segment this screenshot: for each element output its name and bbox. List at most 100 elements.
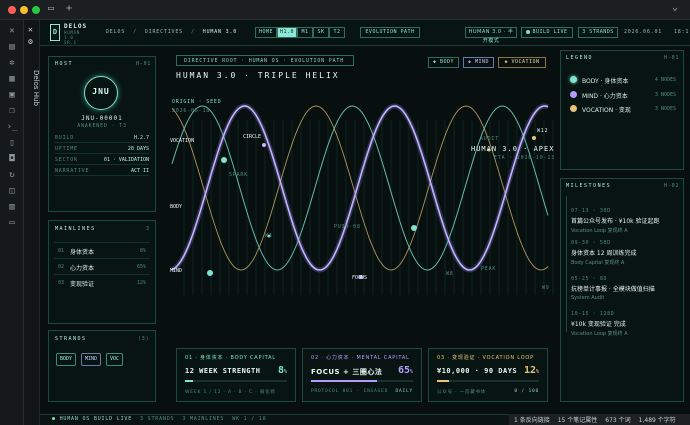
vocation-strand[interactable] xyxy=(171,105,549,271)
marker-spark[interactable]: SPARK xyxy=(229,172,248,178)
strands-count: (3) xyxy=(138,336,150,342)
status-week: WK 1 / 18 xyxy=(232,416,267,422)
card-mind[interactable]: 02 · 心力资本 · MENTAL CAPITAL FOCUS + 三圈心法 … xyxy=(302,348,422,402)
host-row-uptime: UPTIME 20 DAYS xyxy=(55,146,149,154)
close-window-button[interactable] xyxy=(8,6,16,14)
strands-count-button[interactable]: 3 STRANDS xyxy=(578,27,618,38)
mainline-item[interactable]: 02 心力资本 65% xyxy=(54,258,150,274)
body-strand[interactable] xyxy=(171,105,549,271)
tab-m1[interactable]: M1 xyxy=(297,27,313,38)
card-progress-fill xyxy=(311,380,378,382)
host-row-narrative: NARRATIVE ACT II xyxy=(55,168,149,176)
strand-chip-voc[interactable]: VOC xyxy=(106,353,123,366)
marker-w8[interactable]: W8 xyxy=(446,271,454,277)
graph-icon[interactable]: ✲ xyxy=(6,57,18,69)
book-icon[interactable]: ▥ xyxy=(6,201,18,213)
milestone-item[interactable]: 09-30 · 58D 身体资本 12 周训练完成 Body Capital 复现终… xyxy=(571,240,679,266)
origin-date: 2026-05-18 xyxy=(172,108,211,114)
copy-icon[interactable]: ❐ xyxy=(6,105,18,117)
filter-mind-button[interactable]: ◆ MIND xyxy=(463,57,494,68)
milestone-item[interactable]: 07-13 · 30D 首篇公众号发布 · ¥10k 验证起跑 Vocation L… xyxy=(571,208,679,234)
breadcrumb-current: HUMAN 3.0 xyxy=(202,29,238,35)
mainlines-count: 3 xyxy=(146,226,150,232)
mainline-item[interactable]: 03 变现验证 12% xyxy=(54,274,150,290)
status-words: 673 个词 xyxy=(605,417,631,424)
calendar-icon[interactable]: ▣ xyxy=(6,89,18,101)
milestone-item[interactable]: 10-15 · 128D ¥10k 变现验证 完成 Vocation Loop 复现… xyxy=(571,311,679,337)
marker-push[interactable]: PUSH·08 xyxy=(334,224,361,230)
tab-sk[interactable]: SK xyxy=(313,27,329,38)
legend-item-body[interactable]: BODY · 身体资本 4 NODES xyxy=(564,73,680,87)
marker-w12[interactable]: W12 xyxy=(537,128,548,134)
breadcrumb-item[interactable]: DIRECTIVES xyxy=(145,29,183,35)
tab-h1[interactable]: H1.0 xyxy=(277,27,297,38)
filter-vocation-button[interactable]: ◆ VOCATION xyxy=(498,57,546,68)
status-properties[interactable]: 15 个笔记属性 xyxy=(558,415,598,424)
helix-node[interactable] xyxy=(532,136,536,140)
grid-icon[interactable]: ▦ xyxy=(6,73,18,85)
legend-code: H-01 xyxy=(664,55,680,61)
header-time: 18:1 xyxy=(674,29,690,35)
close-icon[interactable]: ✕ xyxy=(6,25,18,37)
tab-list-chevron-icon[interactable]: ⌄ xyxy=(672,2,678,13)
strand-chip-body[interactable]: BODY xyxy=(56,353,76,366)
legend-item-mind[interactable]: MIND · 心力资本 3 NODES xyxy=(564,88,680,102)
window-titlebar xyxy=(0,0,690,20)
mainlines-title: MAINLINES xyxy=(55,226,96,232)
mode-button[interactable]: HUMAN 3.0 · 半开模式 xyxy=(465,27,517,44)
mind-strand[interactable] xyxy=(171,105,549,271)
helix-node[interactable] xyxy=(221,157,227,163)
evolution-path-button[interactable]: EVOLUTION PATH xyxy=(360,27,420,38)
legend-item-vocation[interactable]: VOCATION · 变现 3 NODES xyxy=(564,102,680,116)
new-tab-button[interactable]: + xyxy=(66,3,72,14)
marker-peak[interactable]: PEAK xyxy=(481,266,496,272)
terminal-alt-icon[interactable]: ▭ xyxy=(6,217,18,229)
center-title: HUMAN 3.0 · TRIPLE HELIX xyxy=(176,71,340,80)
filter-body-button[interactable]: ◆ BODY xyxy=(428,57,459,68)
terminal-icon[interactable]: ›_ xyxy=(6,121,18,133)
strand-chip-mind[interactable]: MIND xyxy=(81,353,101,366)
marker-circle[interactable]: CIRCLE xyxy=(243,134,261,140)
file-icon[interactable]: ▤ xyxy=(6,41,18,53)
marker-audit[interactable]: AUDIT xyxy=(480,136,499,142)
card-vocation[interactable]: 03 · 变现验证 · VOCATION LOOP ¥10,000 · 90 D… xyxy=(428,348,548,402)
hub-close-icon[interactable]: ✕ xyxy=(28,25,33,34)
tab-t2[interactable]: T2 xyxy=(329,27,345,38)
card-progress-fill xyxy=(437,380,450,382)
mainline-item[interactable]: 01 身体资本 8% xyxy=(54,242,150,258)
status-backlinks[interactable]: 1 条反向链接 xyxy=(514,415,550,424)
hub-gear-icon[interactable]: ⚙ xyxy=(28,37,33,46)
helix-nodes xyxy=(207,136,536,279)
milestones-code: H-02 xyxy=(664,183,680,189)
breadcrumb-sep: / xyxy=(133,29,137,35)
minimize-window-button[interactable] xyxy=(20,6,28,14)
host-row-build: BUILD H.2.7 xyxy=(55,135,149,143)
sidebar-toggle-icon[interactable]: ▭ xyxy=(48,3,54,14)
strands-title: STRANDS xyxy=(55,336,87,342)
helix-node[interactable] xyxy=(262,143,266,147)
maximize-window-button[interactable] xyxy=(32,6,40,14)
apex-label: HUMAN 3.0 · APEX xyxy=(471,145,555,153)
sync-icon[interactable]: ↻ xyxy=(6,169,18,181)
breadcrumb-item[interactable]: DELOS xyxy=(106,29,125,35)
marker-w9[interactable]: W9 xyxy=(542,285,550,291)
host-code: H-01 xyxy=(136,61,152,67)
host-title: HOST xyxy=(55,61,74,67)
marker-w3[interactable]: W3 xyxy=(265,233,273,239)
host-status: AWAKENED · T3 xyxy=(77,123,127,129)
tab-home[interactable]: HOME xyxy=(255,27,277,38)
helix-node[interactable] xyxy=(207,270,213,276)
helix-chart xyxy=(170,103,554,295)
build-status-button[interactable]: BUILD LIVE xyxy=(521,27,573,38)
card-body[interactable]: 01 · 身体资本 · BODY CAPITAL 12 WEEK STRENGT… xyxy=(176,348,296,402)
briefcase-icon[interactable]: ◫ xyxy=(6,185,18,197)
legend-title: LEGEND xyxy=(566,55,594,61)
mind-strand-glow xyxy=(170,103,549,273)
helix-node[interactable] xyxy=(411,225,417,231)
delos-logo: D xyxy=(50,24,60,41)
marker-focus[interactable]: FOCUS xyxy=(352,275,367,281)
bot-icon[interactable]: ◘ xyxy=(6,153,18,165)
row-label-body: BODY xyxy=(170,204,183,210)
document-icon[interactable]: ▯ xyxy=(6,137,18,149)
milestone-item[interactable]: 05-25 · 8D 抗榜单计事报 · 全模块做值扫描 System Audit xyxy=(571,276,679,301)
